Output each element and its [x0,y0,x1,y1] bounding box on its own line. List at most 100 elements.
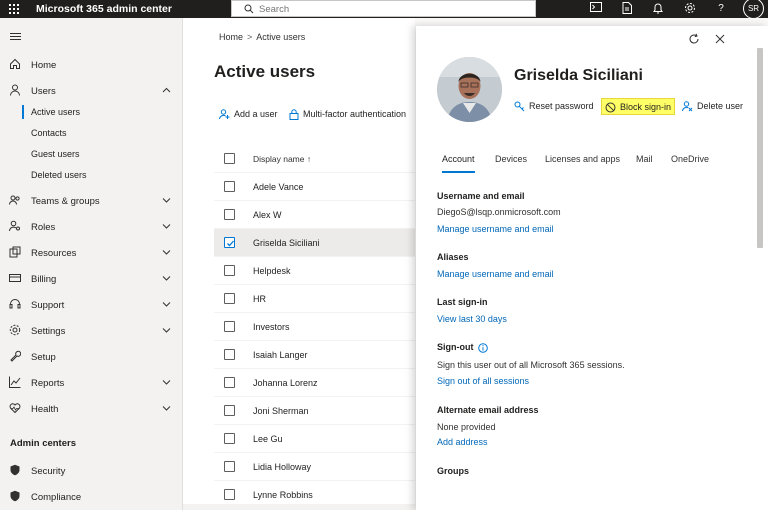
nav-item-compliance[interactable]: Compliance [0,487,183,507]
user-display-name[interactable]: Johanna Lorenz [253,378,318,388]
user-display-name[interactable]: Helpdesk [253,266,291,276]
table-row[interactable]: Lee Gu [214,425,415,453]
row-checkbox[interactable] [224,461,235,472]
tab-devices[interactable]: Devices [495,154,527,164]
delete-user-button[interactable]: Delete user [682,98,743,115]
view-last-30-days-link[interactable]: View last 30 days [437,314,507,324]
row-checkbox[interactable] [224,349,235,360]
signout-all-sessions-link[interactable]: Sign out of all sessions [437,376,529,386]
nav-item-support[interactable]: Support [0,295,183,315]
table-row[interactable]: Investors [214,313,415,341]
close-icon[interactable] [715,34,725,44]
tab-licenses-and-apps[interactable]: Licenses and apps [545,154,620,164]
column-header-display-name[interactable]: Display name ↑ [253,154,311,164]
user-display-name[interactable]: Joni Sherman [253,406,309,416]
chevron-down-icon[interactable] [162,197,171,203]
nav-item-users[interactable]: Users [0,81,183,101]
table-row[interactable]: Griselda Siciliani [214,229,415,257]
chevron-down-icon[interactable] [162,379,171,385]
bell-icon[interactable] [651,2,665,16]
nav-item-setup[interactable]: Setup [0,347,183,367]
row-checkbox[interactable] [224,489,235,500]
table-row[interactable]: Johanna Lorenz [214,369,415,397]
add-address-link[interactable]: Add address [437,437,488,447]
user-display-name[interactable]: Lynne Robbins [253,490,313,500]
row-checkbox[interactable] [224,237,235,248]
user-display-name[interactable]: Lidia Holloway [253,462,311,472]
table-row[interactable]: Lidia Holloway [214,453,415,481]
row-checkbox[interactable] [224,209,235,220]
manage-aliases-link[interactable]: Manage username and email [437,269,554,279]
user-display-name[interactable]: Lee Gu [253,434,283,444]
table-row[interactable]: Helpdesk [214,257,415,285]
user-display-name[interactable]: Alex W [253,210,282,220]
user-display-name[interactable]: Griselda Siciliani [253,238,320,248]
nav-item-roles[interactable]: Roles [0,217,183,237]
chevron-up-icon[interactable] [162,87,171,93]
person-key-icon [9,220,20,232]
nav-sub-active-users[interactable]: Active users [0,104,183,122]
block-signin-button[interactable]: Block sign-in [601,98,676,115]
tab-mail[interactable]: Mail [636,154,653,164]
info-icon[interactable] [477,342,488,353]
row-checkbox[interactable] [224,293,235,304]
chevron-down-icon[interactable] [162,301,171,307]
tab-onedrive[interactable]: OneDrive [671,154,709,164]
nav-item-resources[interactable]: Resources [0,243,183,263]
row-checkbox[interactable] [224,321,235,332]
nav-sub-deleted-users[interactable]: Deleted users [0,167,183,185]
help-icon[interactable]: ? [714,2,728,16]
app-launcher-icon[interactable] [9,4,19,14]
nav-item-label: Support [31,300,65,311]
table-row[interactable]: Alex W [214,201,415,229]
row-checkbox[interactable] [224,433,235,444]
table-row[interactable]: HR [214,285,415,313]
breadcrumb-home[interactable]: Home [219,32,243,42]
terminal-icon[interactable] [589,2,603,16]
row-checkbox[interactable] [224,377,235,388]
table-row[interactable]: Joni Sherman [214,397,415,425]
user-display-name[interactable]: Investors [253,322,290,332]
avatar[interactable]: SR [743,0,764,19]
chevron-down-icon[interactable] [162,249,171,255]
nav-item-teams-groups[interactable]: Teams & groups [0,191,183,211]
nav-item-security[interactable]: Security [0,461,183,481]
nav-sub-guest-users[interactable]: Guest users [0,146,183,164]
vertical-scrollbar[interactable] [757,48,763,248]
row-checkbox[interactable] [224,265,235,276]
hamburger-icon[interactable] [10,33,21,42]
user-display-name[interactable]: HR [253,294,266,304]
nav-sub-contacts[interactable]: Contacts [0,125,183,143]
user-display-name[interactable]: Isaiah Langer [253,350,308,360]
chevron-down-icon[interactable] [162,327,171,333]
user-display-name[interactable]: Adele Vance [253,182,303,192]
gear-icon[interactable] [683,2,697,16]
add-person-icon [219,109,230,120]
refresh-icon[interactable] [688,33,700,45]
chevron-down-icon[interactable] [162,223,171,229]
nav-item-label: Setup [31,352,56,363]
chevron-down-icon[interactable] [162,405,171,411]
admin-centers-heading: Admin centers [10,438,76,449]
manage-username-link[interactable]: Manage username and email [437,224,554,234]
person-icon [10,84,20,96]
row-checkbox[interactable] [224,181,235,192]
app-title[interactable]: Microsoft 365 admin center [36,3,172,15]
select-all-checkbox[interactable] [224,153,235,164]
document-icon[interactable] [620,2,634,16]
table-row[interactable]: Adele Vance [214,173,415,201]
nav-item-settings[interactable]: Settings [0,321,183,341]
nav-item-billing[interactable]: Billing [0,269,183,289]
search-input[interactable] [259,2,529,16]
chevron-down-icon[interactable] [162,275,171,281]
tab-account[interactable]: Account [442,154,475,173]
mfa-button[interactable]: Multi-factor authentication [289,109,406,121]
search-box[interactable] [231,0,536,17]
row-checkbox[interactable] [224,405,235,416]
nav-item-home[interactable]: Home [0,55,183,75]
nav-item-reports[interactable]: Reports [0,373,183,393]
add-user-button[interactable]: Add a user [219,109,278,120]
nav-item-health[interactable]: Health [0,399,183,419]
table-row[interactable]: Isaiah Langer [214,341,415,369]
reset-password-button[interactable]: Reset password [514,98,594,115]
